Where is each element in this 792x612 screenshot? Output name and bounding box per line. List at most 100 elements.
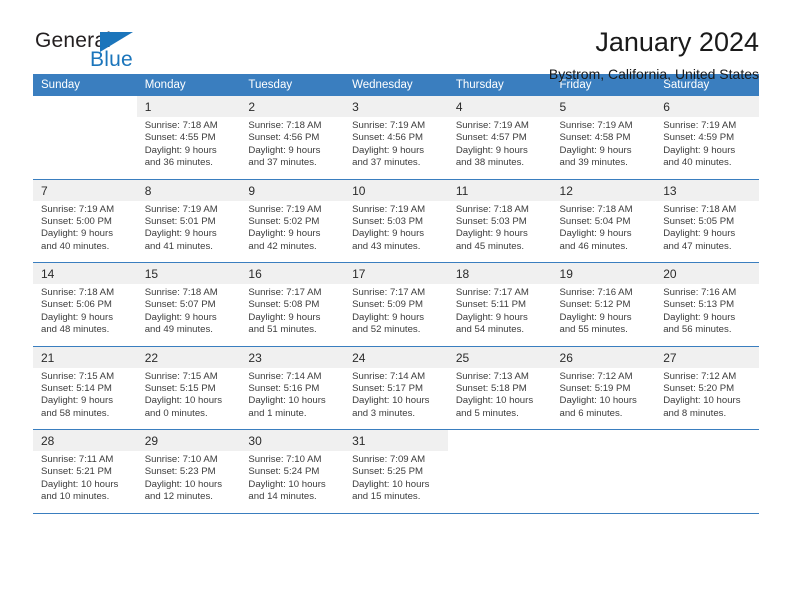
sunrise-text: Sunrise: 7:17 AM (352, 287, 426, 298)
sunset-text: Sunset: 4:58 PM (559, 132, 631, 144)
sunset-text: Sunset: 5:13 PM (663, 299, 735, 311)
day-number-cell[interactable]: 1 (136, 96, 241, 117)
daylight-text-line1: Daylight: 9 hours (663, 144, 736, 156)
day-number-cell[interactable]: 15 (136, 262, 241, 284)
title-block: January 2024 Bystrom, California, United… (549, 26, 759, 84)
day-number-cell[interactable]: 2 (240, 96, 345, 117)
sunrise-text: Sunrise: 7:18 AM (663, 203, 737, 215)
sunrise-text: Sunrise: 7:12 AM (559, 370, 633, 382)
daylight-text-line1: Daylight: 9 hours (41, 395, 113, 407)
sunrise-text: Sunrise: 7:19 AM (455, 120, 529, 131)
week-daynumber-row: 14 15 16 17 18 19 20 (33, 262, 759, 284)
day-number-cell[interactable]: 19 (551, 262, 656, 284)
daylight-text-line2: and 40 minutes. (41, 240, 110, 252)
day-detail-cell: Sunrise: 7:18 AM Sunset: 5:03 PM Daylight:… (447, 200, 552, 263)
day-number-cell[interactable]: 22 (136, 346, 241, 368)
day-cell-empty (551, 429, 656, 451)
sunrise-text: Sunrise: 7:18 AM (144, 287, 218, 298)
day-detail-cell: Sunrise: 7:18 AM Sunset: 5:06 PM Daylight:… (33, 284, 137, 347)
day-detail-cell: Sunrise: 7:17 AM Sunset: 5:09 PM Daylight:… (344, 284, 448, 347)
day-number-cell[interactable]: 10 (344, 179, 448, 201)
sunset-text: Sunset: 5:15 PM (144, 382, 216, 394)
day-number-cell[interactable]: 11 (447, 179, 552, 201)
daylight-text-line1: Daylight: 9 hours (455, 311, 528, 323)
day-detail-cell: Sunrise: 7:14 AM Sunset: 5:16 PM Daylight:… (240, 367, 345, 430)
daylight-text-line1: Daylight: 10 hours (248, 478, 326, 490)
daylight-text-line1: Daylight: 9 hours (248, 228, 321, 240)
day-number-cell[interactable]: 14 (33, 262, 137, 284)
day-number-cell[interactable]: 27 (655, 346, 759, 368)
daylight-text-line1: Daylight: 9 hours (559, 228, 632, 240)
day-number-cell[interactable]: 3 (344, 96, 448, 117)
day-number-cell[interactable]: 20 (655, 262, 759, 284)
day-detail-cell: Sunrise: 7:18 AM Sunset: 4:56 PM Daylight:… (240, 117, 345, 180)
daylight-text-line2: and 38 minutes. (455, 157, 525, 169)
daylight-text-line2: and 8 minutes. (663, 407, 727, 419)
day-number-cell[interactable]: 24 (344, 346, 448, 368)
daylight-text-line1: Daylight: 9 hours (144, 311, 217, 323)
day-number-cell[interactable]: 9 (240, 179, 345, 201)
daylight-text-line1: Daylight: 9 hours (663, 228, 736, 240)
sunrise-text: Sunrise: 7:17 AM (455, 287, 529, 298)
day-detail-cell: Sunrise: 7:18 AM Sunset: 5:04 PM Daylight:… (551, 200, 656, 263)
sunrise-text: Sunrise: 7:19 AM (144, 203, 218, 215)
sunrise-text: Sunrise: 7:10 AM (144, 454, 218, 465)
daylight-text-line2: and 39 minutes. (559, 157, 628, 169)
day-detail-cell-empty (447, 451, 552, 514)
day-cell-empty (33, 96, 137, 117)
day-number-cell[interactable]: 5 (551, 96, 656, 117)
daylight-text-line2: and 52 minutes. (352, 324, 421, 336)
day-number-cell[interactable]: 21 (33, 346, 137, 368)
day-number-cell[interactable]: 16 (240, 262, 345, 284)
day-number-cell[interactable]: 30 (240, 429, 345, 451)
page-title: January 2024 (595, 27, 759, 57)
daylight-text-line2: and 15 minutes. (352, 491, 421, 503)
week-detail-row: Sunrise: 7:19 AM Sunset: 5:00 PM Daylight:… (33, 200, 759, 263)
day-number-cell[interactable]: 13 (655, 179, 759, 201)
daylight-text-line1: Daylight: 10 hours (144, 395, 223, 407)
daylight-text-line2: and 1 minute. (248, 407, 307, 419)
day-detail-cell: Sunrise: 7:13 AM Sunset: 5:18 PM Daylight:… (447, 367, 552, 430)
day-number-cell[interactable]: 26 (551, 346, 656, 368)
day-number-cell[interactable]: 6 (655, 96, 759, 117)
day-number-cell[interactable]: 4 (447, 96, 552, 117)
daylight-text-line1: Daylight: 10 hours (455, 395, 534, 407)
week-daynumber-row: 28 29 30 31 (33, 429, 759, 451)
logo-text-blue: Blue (90, 48, 133, 71)
sunset-text: Sunset: 5:07 PM (144, 299, 216, 311)
day-detail-cell: Sunrise: 7:10 AM Sunset: 5:24 PM Daylight:… (240, 451, 345, 514)
sunset-text: Sunset: 5:25 PM (352, 466, 424, 478)
day-detail-cell: Sunrise: 7:19 AM Sunset: 4:56 PM Daylight:… (344, 117, 448, 180)
day-detail-cell: Sunrise: 7:19 AM Sunset: 5:00 PM Daylight:… (33, 200, 137, 263)
calendar-page: General Blue January 2024 Bystrom, Calif… (0, 0, 792, 612)
daylight-text-line2: and 0 minutes. (144, 407, 208, 419)
day-detail-cell: Sunrise: 7:19 AM Sunset: 5:03 PM Daylight:… (344, 200, 448, 263)
sunset-text: Sunset: 5:16 PM (248, 382, 320, 394)
daylight-text-line2: and 42 minutes. (248, 240, 317, 252)
daylight-text-line2: and 3 minutes. (352, 407, 416, 419)
day-number-cell[interactable]: 23 (240, 346, 345, 368)
day-number-cell[interactable]: 31 (344, 429, 448, 451)
sunset-text: Sunset: 5:14 PM (41, 382, 112, 394)
sunset-text: Sunset: 5:11 PM (455, 299, 527, 311)
day-number-cell[interactable]: 28 (33, 429, 137, 451)
daylight-text-line2: and 43 minutes. (352, 240, 421, 252)
day-number-cell[interactable]: 17 (344, 262, 448, 284)
day-detail-cell: Sunrise: 7:19 AM Sunset: 4:57 PM Daylight:… (447, 117, 552, 180)
sunset-text: Sunset: 5:04 PM (559, 215, 631, 227)
day-number-cell[interactable]: 25 (447, 346, 552, 368)
sunrise-text: Sunrise: 7:18 AM (248, 120, 322, 131)
sunset-text: Sunset: 5:23 PM (144, 466, 216, 478)
day-number-cell[interactable]: 8 (136, 179, 241, 201)
day-detail-cell: Sunrise: 7:19 AM Sunset: 4:59 PM Daylight:… (655, 117, 759, 180)
sunset-text: Sunset: 4:55 PM (144, 132, 216, 144)
weekday-header-thursday: Thursday (447, 74, 552, 96)
day-cell-empty (447, 429, 552, 451)
daylight-text-line1: Daylight: 10 hours (352, 478, 430, 490)
day-number-cell[interactable]: 18 (447, 262, 552, 284)
day-number-cell[interactable]: 7 (33, 179, 137, 201)
day-number-cell[interactable]: 12 (551, 179, 656, 201)
day-number-cell[interactable]: 29 (136, 429, 241, 451)
daylight-text-line1: Daylight: 10 hours (663, 395, 741, 407)
general-blue-logo[interactable]: General Blue (35, 29, 235, 79)
